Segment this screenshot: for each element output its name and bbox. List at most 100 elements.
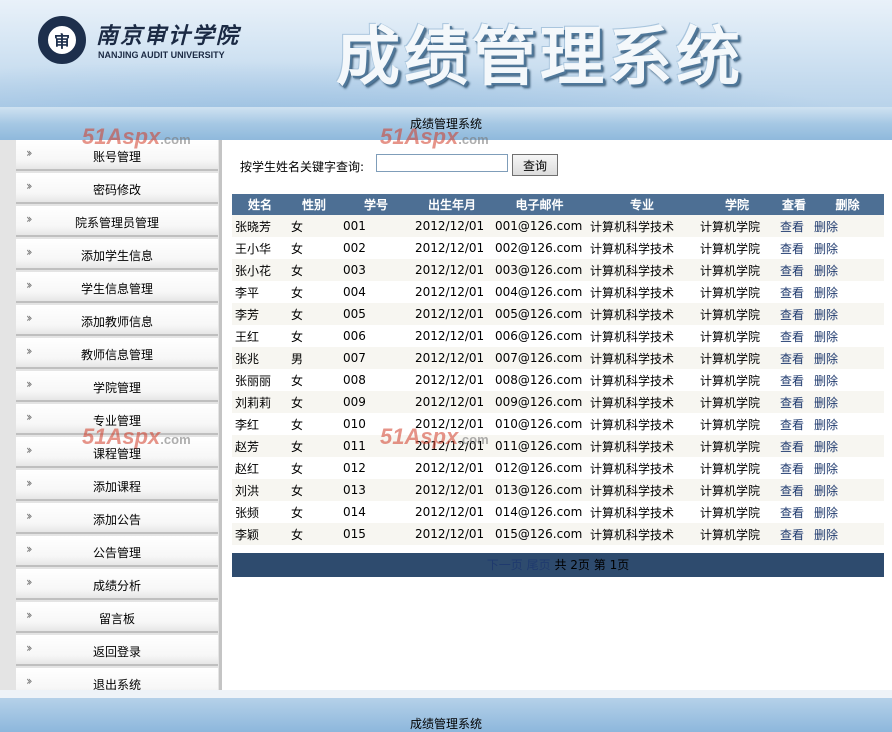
sidebar-item[interactable]: ›› 成绩分析 — [16, 569, 218, 600]
search-button[interactable]: 查询 — [512, 154, 558, 176]
sidebar-item[interactable]: ›› 公告管理 — [16, 536, 218, 567]
cell-id: 015 — [340, 523, 412, 545]
sidebar-item[interactable]: ›› 添加教师信息 — [16, 305, 218, 336]
cell-birth: 2012/12/01 — [412, 281, 492, 303]
cell-delete: 删除 — [811, 523, 884, 545]
sidebar-item-label: 添加教师信息 — [80, 315, 153, 329]
sidebar-item-label: 学院管理 — [92, 381, 141, 395]
cell-email: 011@126.com — [492, 435, 587, 457]
view-link[interactable]: 查看 — [780, 462, 804, 476]
delete-link[interactable]: 删除 — [814, 462, 838, 476]
cell-delete: 删除 — [811, 369, 884, 391]
cell-delete: 删除 — [811, 479, 884, 501]
cell-email: 003@126.com — [492, 259, 587, 281]
sidebar-item-label: 学生信息管理 — [80, 282, 153, 296]
cell-view: 查看 — [777, 523, 811, 545]
last-page-link[interactable]: 尾页 — [527, 558, 551, 572]
view-link[interactable]: 查看 — [780, 286, 804, 300]
cell-birth: 2012/12/01 — [412, 347, 492, 369]
sidebar-item[interactable]: ›› 院系管理员管理 — [16, 206, 218, 237]
cell-major: 计算机科学技术 — [587, 501, 697, 523]
column-header: 专业 — [587, 194, 697, 215]
table-row: 王小华女 002 2012/12/01 002@126.com 计算机科学技术 计算机学院… — [232, 237, 884, 259]
table-row: 刘莉莉女 009 2012/12/01 009@126.com 计算机科学技术 计算机学院… — [232, 391, 884, 413]
sidebar-item[interactable]: ›› 添加课程 — [16, 470, 218, 501]
delete-link[interactable]: 删除 — [814, 352, 838, 366]
table-row: 张频女 014 2012/12/01 014@126.com 计算机科学技术 计算机学院查… — [232, 501, 884, 523]
cell-email: 006@126.com — [492, 325, 587, 347]
view-link[interactable]: 查看 — [780, 396, 804, 410]
cell-name: 刘莉莉 — [232, 391, 288, 413]
footer-title: 成绩管理系统 — [409, 717, 482, 731]
view-link[interactable]: 查看 — [780, 528, 804, 542]
view-link[interactable]: 查看 — [780, 242, 804, 256]
cell-college: 计算机学院 — [697, 435, 777, 457]
view-link[interactable]: 查看 — [780, 484, 804, 498]
next-page-link[interactable]: 下一页 — [487, 558, 523, 572]
view-link[interactable]: 查看 — [780, 308, 804, 322]
cell-major: 计算机科学技术 — [587, 237, 697, 259]
delete-link[interactable]: 删除 — [814, 264, 838, 278]
cell-email: 001@126.com — [492, 215, 587, 237]
delete-link[interactable]: 删除 — [814, 396, 838, 410]
footer-bar: 成绩管理系统 — [0, 698, 892, 732]
cell-email: 009@126.com — [492, 391, 587, 413]
sidebar-item[interactable]: ›› 返回登录 — [16, 635, 218, 666]
view-link[interactable]: 查看 — [780, 374, 804, 388]
cell-birth: 2012/12/01 — [412, 325, 492, 347]
delete-link[interactable]: 删除 — [814, 220, 838, 234]
cell-delete: 删除 — [811, 347, 884, 369]
column-header: 姓名 — [232, 194, 288, 215]
cell-college: 计算机学院 — [697, 457, 777, 479]
delete-link[interactable]: 删除 — [814, 506, 838, 520]
view-link[interactable]: 查看 — [780, 330, 804, 344]
cell-birth: 2012/12/01 — [412, 237, 492, 259]
view-link[interactable]: 查看 — [780, 352, 804, 366]
sidebar-item[interactable]: ›› 密码修改 — [16, 173, 218, 204]
delete-link[interactable]: 删除 — [814, 484, 838, 498]
table-row: 赵红女 012 2012/12/01 012@126.com 计算机科学技术 计算机学院查… — [232, 457, 884, 479]
delete-link[interactable]: 删除 — [814, 528, 838, 542]
sidebar-item[interactable]: ›› 添加学生信息 — [16, 239, 218, 270]
sidebar-item[interactable]: ›› 学院管理 — [16, 371, 218, 402]
cell-gender: 女 — [288, 325, 340, 347]
cell-id: 007 — [340, 347, 412, 369]
cell-name: 王红 — [232, 325, 288, 347]
delete-link[interactable]: 删除 — [814, 374, 838, 388]
view-link[interactable]: 查看 — [780, 264, 804, 278]
sidebar-item-label: 成绩分析 — [92, 579, 141, 593]
cell-college: 计算机学院 — [697, 215, 777, 237]
delete-link[interactable]: 删除 — [814, 242, 838, 256]
delete-link[interactable]: 删除 — [814, 418, 838, 432]
cell-birth: 2012/12/01 — [412, 215, 492, 237]
cell-college: 计算机学院 — [697, 479, 777, 501]
cell-delete: 删除 — [811, 303, 884, 325]
cell-delete: 删除 — [811, 259, 884, 281]
cell-college: 计算机学院 — [697, 303, 777, 325]
sidebar-item[interactable]: ›› 添加公告 — [16, 503, 218, 534]
view-link[interactable]: 查看 — [780, 418, 804, 432]
cell-delete: 删除 — [811, 457, 884, 479]
delete-link[interactable]: 删除 — [814, 286, 838, 300]
delete-link[interactable]: 删除 — [814, 308, 838, 322]
sidebar-item[interactable]: ›› 学生信息管理 — [16, 272, 218, 303]
delete-link[interactable]: 删除 — [814, 330, 838, 344]
delete-link[interactable]: 删除 — [814, 440, 838, 454]
view-link[interactable]: 查看 — [780, 220, 804, 234]
cell-email: 002@126.com — [492, 237, 587, 259]
column-header: 性别 — [288, 194, 340, 215]
table-row: 李芳女 005 2012/12/01 005@126.com 计算机科学技术 计算机学院查… — [232, 303, 884, 325]
search-input[interactable] — [376, 154, 508, 172]
cell-view: 查看 — [777, 237, 811, 259]
cell-birth: 2012/12/01 — [412, 501, 492, 523]
sidebar-item[interactable]: ›› 教师信息管理 — [16, 338, 218, 369]
cell-college: 计算机学院 — [697, 325, 777, 347]
sidebar-item[interactable]: ›› 留言板 — [16, 602, 218, 633]
column-header: 出生年月 — [412, 194, 492, 215]
view-link[interactable]: 查看 — [780, 440, 804, 454]
sidebar-item-label: 教师信息管理 — [80, 348, 153, 362]
cell-major: 计算机科学技术 — [587, 347, 697, 369]
cell-name: 赵红 — [232, 457, 288, 479]
cell-delete: 删除 — [811, 215, 884, 237]
view-link[interactable]: 查看 — [780, 506, 804, 520]
